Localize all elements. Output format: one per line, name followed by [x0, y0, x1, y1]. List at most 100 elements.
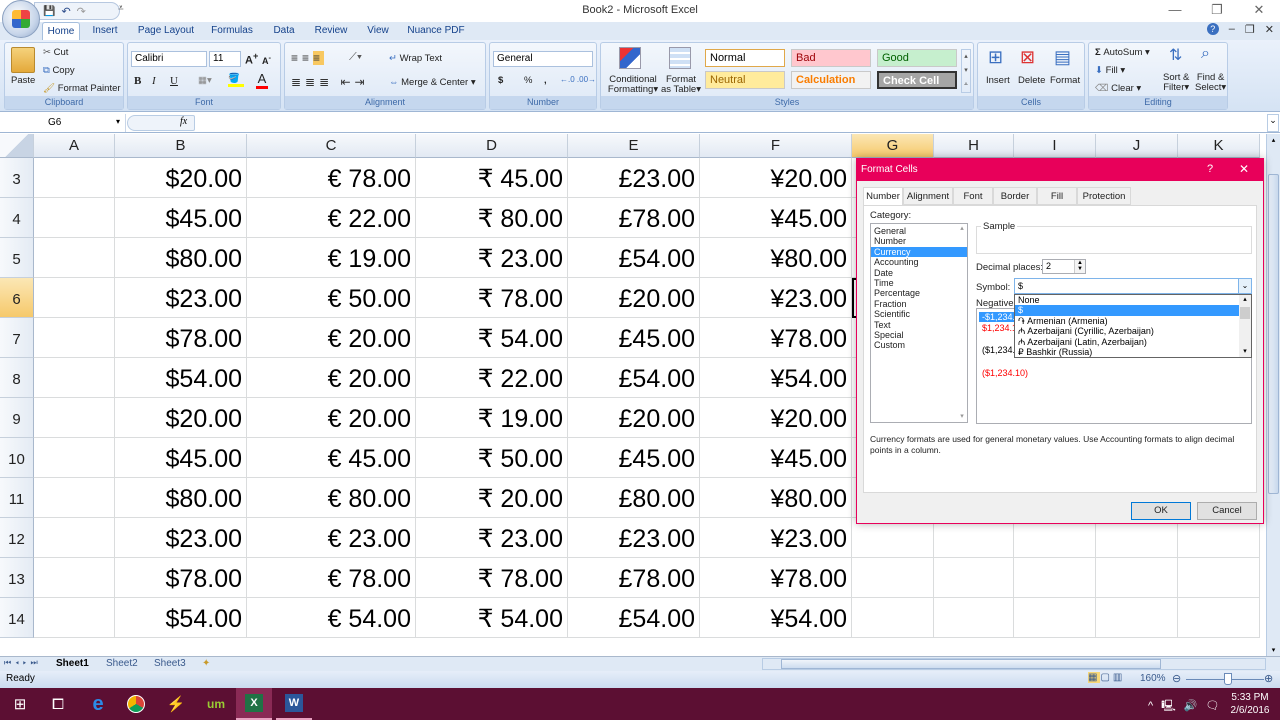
borders-icon[interactable]: ▦▾: [198, 75, 212, 86]
cell-g13[interactable]: [852, 558, 934, 598]
cell-e13[interactable]: £78.00: [568, 558, 700, 598]
bold-button[interactable]: B: [134, 75, 141, 87]
cell-f11[interactable]: ¥80.00: [700, 478, 852, 518]
row-header-13[interactable]: 13: [0, 558, 34, 598]
clear-button[interactable]: ⌫ Clear ▾: [1095, 83, 1141, 94]
media-app-taskbar-icon[interactable]: um: [198, 688, 234, 720]
column-header-j[interactable]: J: [1096, 134, 1178, 158]
volume-icon[interactable]: 🔊: [1184, 700, 1206, 712]
category-item-custom[interactable]: Custom: [871, 340, 967, 350]
restore-button[interactable]: ❐: [1196, 0, 1238, 22]
expand-formula-bar-icon[interactable]: ⌄: [1267, 114, 1279, 132]
scroll-up-icon[interactable]: ▴: [1268, 136, 1279, 144]
cell-c5[interactable]: € 19.00: [247, 238, 416, 278]
cancel-button[interactable]: Cancel: [1197, 502, 1257, 520]
symbol-dropdown-chevron-icon[interactable]: ⌄: [1238, 279, 1251, 293]
cell-j14[interactable]: [1096, 598, 1178, 638]
row-header-8[interactable]: 8: [0, 358, 34, 398]
column-header-i[interactable]: I: [1014, 134, 1096, 158]
cell-e11[interactable]: £80.00: [568, 478, 700, 518]
row-header-11[interactable]: 11: [0, 478, 34, 518]
tab-nuance-pdf[interactable]: Nuance PDF: [404, 22, 468, 41]
orientation-icon[interactable]: ⟋▾: [349, 51, 362, 64]
notifications-icon[interactable]: 🗨: [1206, 700, 1228, 712]
cell-k14[interactable]: [1178, 598, 1260, 638]
category-item-accounting[interactable]: Accounting: [871, 257, 967, 267]
cell-d14[interactable]: ₹ 54.00: [416, 598, 568, 638]
row-header-14[interactable]: 14: [0, 598, 34, 638]
insert-sheet-icon[interactable]: ✦: [202, 657, 210, 671]
italic-button[interactable]: I: [152, 75, 156, 87]
column-header-d[interactable]: D: [416, 134, 568, 158]
network-icon[interactable]: 🖳: [1161, 700, 1184, 712]
cell-b12[interactable]: $23.00: [115, 518, 247, 558]
dialog-tab-font[interactable]: Font: [953, 187, 993, 205]
tab-page-layout[interactable]: Page Layout: [134, 22, 198, 41]
cell-b4[interactable]: $45.00: [115, 198, 247, 238]
horizontal-scrollbar[interactable]: [762, 658, 1266, 670]
format-as-table-button[interactable]: Format as Table▾: [661, 75, 701, 95]
style-bad[interactable]: Bad: [791, 49, 871, 67]
delete-button[interactable]: Delete: [1018, 75, 1045, 86]
font-size-dropdown[interactable]: 11: [209, 51, 241, 67]
cell-a11[interactable]: [34, 478, 115, 518]
zoom-in-icon[interactable]: ⊕: [1264, 672, 1273, 685]
cell-c11[interactable]: € 80.00: [247, 478, 416, 518]
cell-h14[interactable]: [934, 598, 1014, 638]
cell-c12[interactable]: € 23.00: [247, 518, 416, 558]
sheet-nav-buttons[interactable]: ⏮◂▸⏭: [4, 658, 42, 668]
row-header-5[interactable]: 5: [0, 238, 34, 278]
clock[interactable]: 5:33 PM 2/6/2016: [1226, 691, 1274, 717]
cell-b6[interactable]: $23.00: [115, 278, 247, 318]
cell-b10[interactable]: $45.00: [115, 438, 247, 478]
dialog-tab-alignment[interactable]: Alignment: [903, 187, 953, 205]
cell-e12[interactable]: £23.00: [568, 518, 700, 558]
merge-center-button[interactable]: ⇔ Merge & Center ▾: [389, 77, 476, 88]
cell-d5[interactable]: ₹ 23.00: [416, 238, 568, 278]
column-header-g[interactable]: G: [852, 134, 934, 158]
formula-input[interactable]: [196, 114, 1264, 132]
cell-e14[interactable]: £54.00: [568, 598, 700, 638]
cell-j12[interactable]: [1096, 518, 1178, 558]
cell-a10[interactable]: [34, 438, 115, 478]
cell-i14[interactable]: [1014, 598, 1096, 638]
cell-b11[interactable]: $80.00: [115, 478, 247, 518]
cell-d3[interactable]: ₹ 45.00: [416, 158, 568, 198]
cell-e9[interactable]: £20.00: [568, 398, 700, 438]
cell-c14[interactable]: € 54.00: [247, 598, 416, 638]
cell-k12[interactable]: [1178, 518, 1260, 558]
cell-f7[interactable]: ¥78.00: [700, 318, 852, 358]
sheet-tab-sheet3[interactable]: Sheet3: [154, 657, 186, 671]
style-good[interactable]: Good: [877, 49, 957, 67]
cell-k13[interactable]: [1178, 558, 1260, 598]
vertical-scroll-thumb[interactable]: [1268, 174, 1279, 494]
column-header-a[interactable]: A: [34, 134, 115, 158]
row-header-3[interactable]: 3: [0, 158, 34, 198]
cell-g14[interactable]: [852, 598, 934, 638]
ribbon-restore-icon[interactable]: ❐: [1245, 23, 1255, 36]
category-item-number[interactable]: Number: [871, 236, 967, 246]
horizontal-align-icons[interactable]: ≣≣≣ ⇤⇥: [291, 75, 369, 89]
category-item-date[interactable]: Date: [871, 268, 967, 278]
cell-e3[interactable]: £23.00: [568, 158, 700, 198]
column-header-k[interactable]: K: [1178, 134, 1260, 158]
grow-font-icon[interactable]: A+: [245, 51, 258, 67]
cell-e10[interactable]: £45.00: [568, 438, 700, 478]
dialog-tab-border[interactable]: Border: [993, 187, 1037, 205]
autosum-button[interactable]: Σ AutoSum ▾: [1095, 47, 1150, 58]
winamp-taskbar-icon[interactable]: ⚡: [158, 688, 194, 720]
word-taskbar-icon[interactable]: W: [276, 688, 312, 720]
cell-c6[interactable]: € 50.00: [247, 278, 416, 318]
ok-button[interactable]: OK: [1131, 502, 1191, 520]
column-header-b[interactable]: B: [115, 134, 247, 158]
category-item-time[interactable]: Time: [871, 278, 967, 288]
zoom-level[interactable]: 160%: [1140, 673, 1166, 684]
negative-option[interactable]: ($1,234.10): [979, 368, 1249, 378]
cell-a7[interactable]: [34, 318, 115, 358]
cell-a5[interactable]: [34, 238, 115, 278]
tab-review[interactable]: Review: [310, 22, 352, 41]
cell-a4[interactable]: [34, 198, 115, 238]
page-break-view-icon[interactable]: ▥: [1113, 672, 1125, 683]
symbol-option[interactable]: ֏ Armenian (Armenia): [1015, 316, 1239, 326]
cell-f6[interactable]: ¥23.00: [700, 278, 852, 318]
